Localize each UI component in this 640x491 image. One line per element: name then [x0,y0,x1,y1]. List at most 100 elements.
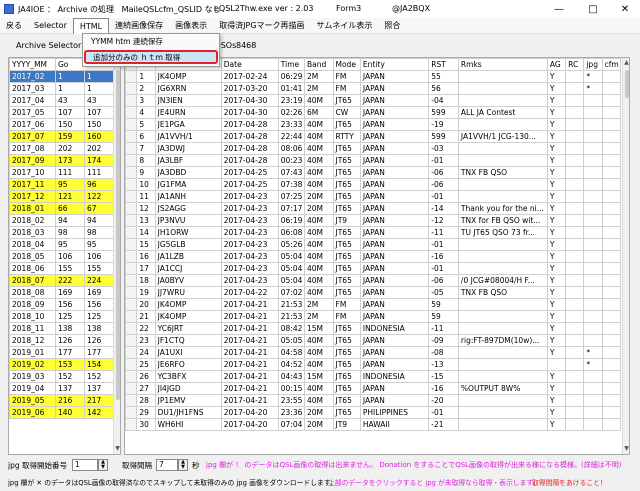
qso-cell[interactable]: 20M [304,202,334,215]
month-row[interactable]: 2018_11 138 138 [9,322,114,335]
qso-cell[interactable]: Y [546,154,567,167]
qso-cell[interactable] [601,274,622,287]
month-row[interactable]: 2018_01 66 67 [9,202,114,215]
qso-cell[interactable]: JP1EMV [154,394,222,407]
month-cell[interactable]: 217 [84,394,114,407]
qso-cell[interactable]: JAPAN [359,310,430,323]
qso-cell[interactable]: 5 [136,118,156,131]
month-cell[interactable]: 2017_03 [9,82,56,95]
qso-cell[interactable] [583,334,603,347]
qso-cell[interactable]: JAPAN [359,202,430,215]
qso-cell[interactable]: Y [546,238,567,251]
menu-selector[interactable]: Selector [28,18,73,34]
qso-row[interactable]: 18 JA0BYV 2017-04-23 05:04 40M JT65 JAPAN -06/0… [125,274,622,287]
qso-cell[interactable]: JAPAN [359,262,430,275]
month-cell[interactable]: 2019_05 [9,394,56,407]
month-cell[interactable]: 111 [84,166,114,179]
qso-cell[interactable]: 06:19 [277,214,306,227]
row-header[interactable] [125,142,138,155]
month-row[interactable]: 2018_12 126 126 [9,334,114,347]
month-row[interactable]: 2017_09 173 174 [9,154,114,167]
qso-cell[interactable]: 40M [304,394,334,407]
month-cell[interactable]: 126 [84,334,114,347]
qso-cell[interactable]: 00:23 [277,154,306,167]
qso-row[interactable]: 24 JA1UXI 2017-04-21 04:58 40M JT65 JAPAN -08 Y * [125,346,622,359]
qso-cell[interactable] [565,262,585,275]
qso-cell[interactable]: 23:55 [277,394,306,407]
qso-cell[interactable]: 2017-04-28 [220,118,279,131]
qso-cell[interactable] [601,70,622,83]
qso-cell[interactable]: JAPAN [359,334,430,347]
qso-cell[interactable] [565,286,585,299]
qso-row[interactable]: 29 DU1/JH1FNS 2017-04-20 23:36 20M JT65 PHILIP… [125,406,622,419]
qso-cell[interactable] [583,130,603,143]
month-cell[interactable]: 1 [55,70,85,83]
qso-cell[interactable]: Y [546,190,567,203]
month-cell[interactable]: 98 [84,226,114,239]
month-cell[interactable]: 94 [84,214,114,227]
qso-cell[interactable] [457,250,548,263]
qso-cell[interactable]: 29 [136,406,156,419]
qso-cell[interactable] [583,322,603,335]
qso-cell[interactable]: -12 [428,214,459,227]
qso-cell[interactable]: JAPAN [359,106,430,119]
qso-cell[interactable]: Y [546,202,567,215]
qso-cell[interactable]: 55 [428,70,459,83]
qso-cell[interactable]: JT65 [332,142,361,155]
jpg-start-input[interactable]: 1 [72,459,98,471]
qso-cell[interactable]: Y [546,322,567,335]
month-row[interactable]: 2019_02 153 154 [9,358,114,371]
qso-cell[interactable]: 05:04 [277,262,306,275]
qso-cell[interactable] [601,298,622,311]
month-cell[interactable]: 150 [84,118,114,131]
month-cell[interactable]: 173 [55,154,85,167]
qso-cell[interactable]: Y [546,274,567,287]
month-cell[interactable]: 154 [84,358,114,371]
qso-cell[interactable] [583,94,603,107]
qso-cell[interactable]: 22:44 [277,130,306,143]
qso-cell[interactable] [457,262,548,275]
scroll-down-icon[interactable]: ▼ [623,444,629,454]
col-header[interactable]: Band [304,58,334,71]
month-cell[interactable]: 122 [84,190,114,203]
month-cell[interactable]: 1 [84,82,114,95]
qso-cell[interactable]: JAPAN [359,250,430,263]
month-cell[interactable]: 138 [84,322,114,335]
qso-cell[interactable]: 2017-04-28 [220,154,279,167]
qso-cell[interactable]: JT9 [332,214,361,227]
qso-row[interactable]: 3 JN3IEN 2017-04-30 23:19 40M JT65 JAPAN -04 Y [125,94,622,107]
qso-cell[interactable] [565,142,585,155]
qso-cell[interactable]: 07:38 [277,178,306,191]
qso-cell[interactable] [457,238,548,251]
col-header[interactable]: RST [428,58,459,71]
qso-cell[interactable]: * [583,358,603,371]
qso-cell[interactable]: JK4OMP [154,310,222,323]
qso-row[interactable]: 30 WH6HI 2017-04-20 07:04 20M JT9 HAWAII -21 Y [125,418,622,431]
qso-cell[interactable] [601,382,622,395]
qso-cell[interactable]: JAPAN [359,274,430,287]
qso-cell[interactable]: Y [546,394,567,407]
month-cell[interactable]: 216 [55,394,85,407]
qso-cell[interactable]: 13 [136,214,156,227]
month-row[interactable]: 2019_06 140 142 [9,406,114,419]
qso-cell[interactable]: 40M [304,238,334,251]
qso-cell[interactable]: Y [546,418,567,431]
qso-cell[interactable]: 40M [304,334,334,347]
qso-cell[interactable] [601,190,622,203]
month-list-scrollbar[interactable]: ▲ ▼ [113,58,120,454]
qso-cell[interactable]: -06 [428,166,459,179]
qso-cell[interactable]: 40M [304,226,334,239]
row-header[interactable] [125,178,138,191]
month-cell[interactable]: 2017_12 [9,190,56,203]
qso-cell[interactable]: Y [546,370,567,383]
qso-cell[interactable]: 40M [304,178,334,191]
month-row[interactable]: 2017_05 107 107 [9,106,114,119]
month-cell[interactable]: 202 [84,142,114,155]
qso-row[interactable]: 12 JS2AGG 2017-04-23 07:17 20M JT65 JAPAN -14 Th… [125,202,622,215]
month-row[interactable]: 2018_08 169 169 [9,286,114,299]
qso-cell[interactable]: -11 [428,226,459,239]
month-cell[interactable]: 1 [84,70,114,83]
qso-cell[interactable]: 2017-04-21 [220,358,279,371]
qso-cell[interactable]: 6M [304,106,334,119]
qso-cell[interactable] [601,358,622,371]
